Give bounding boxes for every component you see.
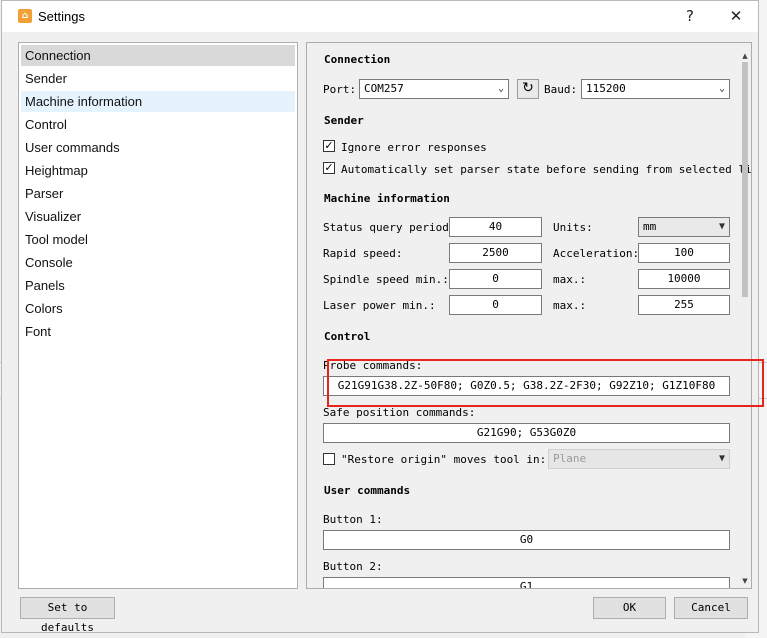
scroll-up-icon[interactable]: ▲ <box>740 52 750 62</box>
close-button[interactable]: ✕ <box>724 6 748 26</box>
set-defaults-button[interactable]: Set to defaults <box>20 597 115 634</box>
category-item-panels[interactable]: Panels <box>21 275 295 296</box>
settings-scrollbar[interactable]: ▲ ▼ <box>740 52 750 587</box>
section-title-connection: Connection <box>324 53 391 66</box>
category-item-font[interactable]: Font <box>21 321 295 342</box>
button1-label: Button 1: <box>323 513 383 526</box>
probe-commands-input[interactable]: G21G91G38.2Z-50F80; G0Z0.5; G38.2Z-2F30;… <box>323 376 730 396</box>
category-item-parser[interactable]: Parser <box>21 183 295 204</box>
spindle-max-label: max.: <box>553 273 587 286</box>
check-icon: ✓ <box>324 139 334 152</box>
category-item-visualizer[interactable]: Visualizer <box>21 206 295 227</box>
chevron-down-icon: ⌄ <box>497 83 504 94</box>
category-item-user-commands[interactable]: User commands <box>21 137 295 158</box>
restore-origin-value: Plane <box>553 452 587 465</box>
category-item-control[interactable]: Control <box>21 114 295 135</box>
category-item-colors[interactable]: Colors <box>21 298 295 319</box>
button1-input[interactable]: G0 <box>323 530 730 550</box>
units-value: mm <box>643 220 657 233</box>
baud-value: 115200 <box>586 82 626 95</box>
port-label: Port: <box>323 83 357 96</box>
section-title-control: Control <box>324 330 371 343</box>
restore-origin-select[interactable]: Plane ▼ <box>548 449 730 469</box>
laser-max-input[interactable]: 255 <box>638 295 730 315</box>
port-value: COM257 <box>364 82 404 95</box>
app-icon: ⌂ <box>18 9 32 23</box>
button2-input[interactable]: G1 <box>323 577 730 588</box>
category-item-connection[interactable]: Connection <box>21 45 295 66</box>
rapid-speed-label: Rapid speed: <box>323 247 403 260</box>
restore-origin-label: "Restore origin" moves tool in: <box>341 453 547 466</box>
auto-parser-checkbox[interactable]: ✓ <box>323 162 335 174</box>
category-item-console[interactable]: Console <box>21 252 295 273</box>
category-item-heightmap[interactable]: Heightmap <box>21 160 295 181</box>
status-query-input[interactable]: 40 <box>449 217 542 237</box>
auto-parser-label: Automatically set parser state before se… <box>341 163 752 176</box>
section-title-user-commands: User commands <box>324 484 411 497</box>
acceleration-label: Acceleration: <box>553 247 640 260</box>
scrollbar-thumb[interactable] <box>742 62 748 297</box>
ok-button[interactable]: OK <box>593 597 666 619</box>
scroll-down-icon[interactable]: ▼ <box>740 577 750 587</box>
category-list: Connection Sender Machine information Contr… <box>18 42 298 589</box>
category-item-machine-information[interactable]: Machine information <box>21 91 295 112</box>
settings-panel: Connection Port: COM257 ⌄ ↻ Baud: 115200… <box>306 42 752 589</box>
units-label: Units: <box>553 221 593 234</box>
help-button[interactable]: ? <box>678 6 702 26</box>
dropdown-arrow-icon: ▼ <box>718 221 725 232</box>
units-select[interactable]: mm ▼ <box>638 217 730 237</box>
refresh-icon: ↻ <box>522 80 534 96</box>
ignore-errors-checkbox[interactable]: ✓ <box>323 140 335 152</box>
cancel-button[interactable]: Cancel <box>674 597 748 619</box>
section-title-machine: Machine information <box>324 192 450 205</box>
baud-select[interactable]: 115200 ⌄ <box>581 79 730 99</box>
status-query-label: Status query period: <box>323 221 456 234</box>
restore-origin-checkbox[interactable] <box>323 453 335 465</box>
spindle-min-label: Spindle speed min.: <box>323 273 449 286</box>
safe-position-label: Safe position commands: <box>323 406 476 419</box>
spindle-max-input[interactable]: 10000 <box>638 269 730 289</box>
laser-max-label: max.: <box>553 299 587 312</box>
laser-min-label: Laser power min.: <box>323 299 436 312</box>
check-icon: ✓ <box>324 161 334 174</box>
probe-commands-label: Probe commands: <box>323 359 423 372</box>
category-item-sender[interactable]: Sender <box>21 68 295 89</box>
rapid-speed-input[interactable]: 2500 <box>449 243 542 263</box>
laser-min-input[interactable]: 0 <box>449 295 542 315</box>
ignore-errors-label: Ignore error responses <box>341 141 487 154</box>
spindle-min-input[interactable]: 0 <box>449 269 542 289</box>
acceleration-input[interactable]: 100 <box>638 243 730 263</box>
port-select[interactable]: COM257 ⌄ <box>359 79 509 99</box>
chevron-down-icon: ⌄ <box>718 83 725 94</box>
refresh-ports-button[interactable]: ↻ <box>517 79 539 99</box>
section-title-sender: Sender <box>324 114 364 127</box>
category-item-tool-model[interactable]: Tool model <box>21 229 295 250</box>
window-title: Settings <box>38 9 85 24</box>
button2-label: Button 2: <box>323 560 383 573</box>
safe-position-input[interactable]: G21G90; G53G0Z0 <box>323 423 730 443</box>
baud-label: Baud: <box>544 83 578 96</box>
dropdown-arrow-icon: ▼ <box>718 453 725 464</box>
title-bar: ⌂ Settings ? ✕ <box>2 1 758 32</box>
